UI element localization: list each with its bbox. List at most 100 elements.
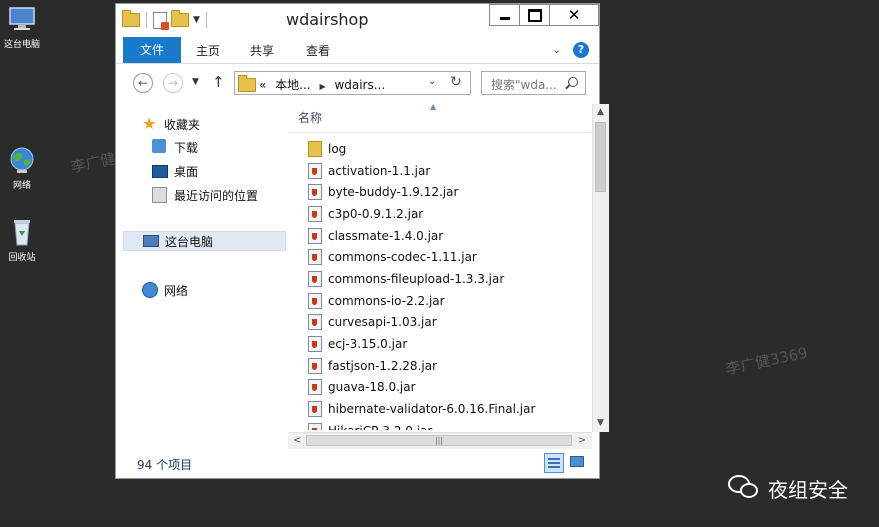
properties-icon[interactable] (153, 11, 169, 30)
search-placeholder: 搜索"wda... (491, 78, 557, 92)
jar-file-icon (308, 227, 322, 244)
desktop-icon-network[interactable]: 网络 (0, 145, 47, 191)
vertical-scroll-thumb[interactable] (595, 122, 606, 192)
jar-file-icon (308, 422, 322, 430)
navigation-pane: ★ 收藏夹 下载 桌面 最近访问的位置 这台电脑 网络 (116, 104, 288, 444)
file-row[interactable]: hibernate-validator-6.0.16.Final.jar (288, 398, 591, 420)
file-row[interactable]: fastjson-1.2.28.jar (288, 355, 591, 377)
file-row[interactable]: c3p0-0.9.1.2.jar (288, 203, 591, 225)
file-row[interactable]: log (288, 138, 591, 160)
recent-places-icon (152, 187, 168, 203)
file-row[interactable]: ecj-3.15.0.jar (288, 333, 591, 355)
file-row[interactable]: curvesapi-1.03.jar (288, 312, 591, 334)
file-name: curvesapi-1.03.jar (328, 315, 437, 330)
desktop-icon-label: 回收站 (8, 253, 36, 263)
file-row[interactable]: commons-codec-1.11.jar (288, 246, 591, 268)
desktop-icon-recycle-bin[interactable]: 回收站 (0, 217, 47, 263)
navigation-bar: ← → ▼ ↑ « 本地... ▶ wdairs... ⌄ ↻ 搜索"wda..… (116, 64, 599, 102)
sidebar-item-label: 这台电脑 (165, 234, 214, 249)
address-dropdown-icon[interactable]: ⌄ (428, 76, 436, 87)
new-folder-icon[interactable] (171, 10, 189, 27)
jar-file-icon (308, 401, 322, 418)
title-bar[interactable]: ▼ wdairshop ✕ (116, 4, 599, 36)
sidebar-item-recent-places[interactable]: 最近访问的位置 (152, 185, 258, 205)
desktop-icon-this-pc[interactable]: 这台电脑 (0, 4, 47, 50)
search-box[interactable]: 搜索"wda... (481, 71, 586, 95)
sidebar-item-desktop[interactable]: 桌面 (152, 161, 198, 181)
breadcrumb: « 本地... ▶ wdairs... (259, 76, 385, 93)
jar-file-icon (308, 205, 322, 222)
jar-file-icon (308, 314, 322, 331)
file-row[interactable]: guava-18.0.jar (288, 377, 591, 399)
file-row[interactable]: classmate-1.4.0.jar (288, 225, 591, 247)
close-button[interactable]: ✕ (549, 4, 599, 26)
file-row[interactable]: commons-io-2.2.jar (288, 290, 591, 312)
refresh-icon[interactable]: ↻ (450, 74, 462, 90)
large-icons-view-icon[interactable] (568, 453, 586, 471)
jar-file-icon (308, 270, 322, 287)
network-icon (142, 282, 158, 298)
sidebar-item-label: 桌面 (174, 164, 199, 179)
breadcrumb-item[interactable]: 本地... (275, 78, 310, 92)
tab-share[interactable]: 共享 (240, 40, 284, 63)
desktop-folder-icon (152, 163, 168, 179)
scroll-up-arrow-icon[interactable]: ▲ (597, 107, 604, 117)
file-name: fastjson-1.2.28.jar (328, 358, 438, 373)
column-header-divider (288, 132, 591, 133)
sidebar-item-network[interactable]: 网络 (142, 280, 188, 300)
network-globe-icon (7, 145, 37, 175)
address-bar[interactable]: « 本地... ▶ wdairs... ⌄ ↻ (234, 71, 471, 95)
customize-toolbar-dropdown-icon[interactable]: ▼ (193, 15, 200, 25)
file-name: hibernate-validator-6.0.16.Final.jar (328, 402, 536, 417)
jar-file-icon (308, 336, 322, 353)
search-icon[interactable] (568, 77, 578, 87)
sidebar-item-label: 下载 (174, 140, 199, 155)
horizontal-scroll-thumb[interactable]: ||| (306, 435, 572, 446)
forward-button[interactable]: → (163, 73, 183, 93)
file-name: commons-codec-1.11.jar (328, 250, 477, 265)
file-row[interactable]: commons-fileupload-1.3.3.jar (288, 268, 591, 290)
jar-file-icon (308, 162, 322, 179)
breadcrumb-separator-icon[interactable]: ▶ (319, 82, 325, 91)
tab-home[interactable]: 主页 (186, 40, 230, 63)
breadcrumb-item[interactable]: wdairs... (334, 78, 385, 92)
file-row[interactable]: activation-1.1.jar (288, 160, 591, 182)
help-icon[interactable]: ? (573, 42, 589, 58)
sidebar-item-this-pc[interactable]: 这台电脑 (123, 231, 286, 251)
details-view-icon[interactable] (544, 453, 564, 473)
file-row[interactable]: HikariCP-3.2.0.jar (288, 420, 591, 430)
close-icon: ✕ (567, 6, 581, 24)
desktop-icon-label: 这台电脑 (3, 40, 40, 50)
file-rows: log activation-1.1.jar byte-buddy-1.9.12.j… (288, 138, 591, 430)
file-name: byte-buddy-1.9.12.jar (328, 185, 459, 200)
column-header-name[interactable]: 名称 (298, 109, 322, 126)
recent-locations-dropdown-icon[interactable]: ▼ (192, 77, 199, 87)
jar-file-icon (308, 379, 322, 396)
horizontal-scrollbar[interactable]: < ||| > (288, 432, 592, 449)
minimize-button[interactable] (489, 4, 519, 26)
back-button[interactable]: ← (133, 73, 153, 93)
scroll-left-arrow-icon[interactable]: < (293, 435, 301, 446)
file-row[interactable]: byte-buddy-1.9.12.jar (288, 181, 591, 203)
vertical-scrollbar[interactable]: ▲ ▼ (592, 104, 609, 432)
maximize-button[interactable] (519, 4, 549, 26)
item-count: 94 个项目 (137, 458, 193, 472)
sidebar-item-downloads[interactable]: 下载 (152, 137, 198, 157)
scroll-right-arrow-icon[interactable]: > (578, 435, 586, 446)
breadcrumb-overflow[interactable]: « (259, 78, 266, 92)
folder-icon (238, 75, 256, 92)
scroll-down-arrow-icon[interactable]: ▼ (597, 418, 604, 428)
tab-view[interactable]: 查看 (295, 40, 341, 63)
up-arrow-icon[interactable]: ↑ (212, 73, 225, 91)
file-name: guava-18.0.jar (328, 380, 416, 395)
minimize-icon (499, 16, 510, 20)
watermark: 李广健3369 (724, 343, 810, 379)
jar-file-icon (308, 249, 322, 266)
sidebar-item-favorites[interactable]: ★ 收藏夹 (142, 114, 200, 134)
tab-file[interactable]: 文件 (123, 37, 181, 63)
jar-file-icon (308, 292, 322, 309)
expand-ribbon-chevron-icon[interactable]: ⌄ (552, 43, 561, 56)
status-bar: 94 个项目 (116, 450, 599, 478)
explorer-window: ▼ wdairshop ✕ 文件 主页 共享 查看 ⌄ ? ← → ▼ ↑ « … (115, 3, 609, 479)
file-name: log (328, 141, 347, 156)
